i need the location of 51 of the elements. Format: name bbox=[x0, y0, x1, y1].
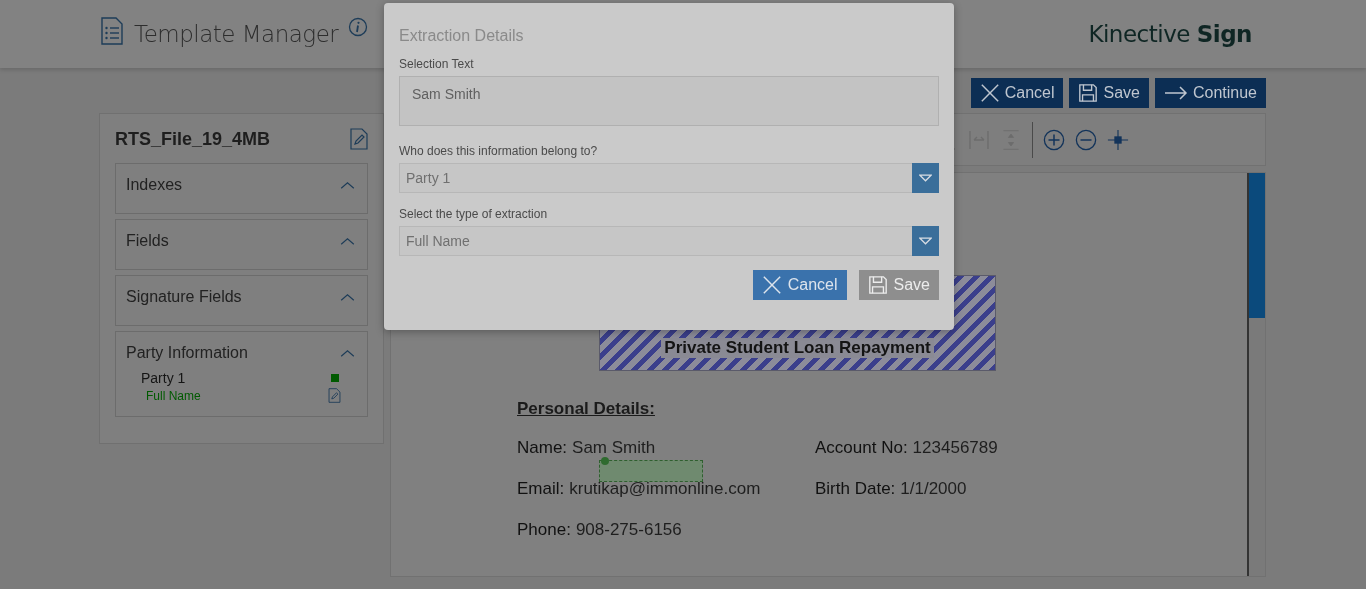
party-field[interactable]: Full Name bbox=[146, 388, 201, 403]
field-value: krutikap@immonline.com bbox=[569, 479, 761, 500]
page-title: Template Manager bbox=[134, 21, 339, 47]
action-button[interactable]: Continue bbox=[1154, 78, 1266, 108]
info-icon[interactable] bbox=[348, 17, 369, 37]
section-heading: Personal Details: bbox=[517, 399, 656, 419]
caret-down-icon bbox=[919, 237, 932, 245]
document-title: Private Student Loan Repayment bbox=[661, 338, 934, 358]
action-button[interactable]: Save bbox=[1069, 78, 1149, 108]
chevron-up-icon[interactable] bbox=[340, 348, 355, 358]
zoom-out-icon[interactable] bbox=[1075, 128, 1097, 151]
file-name: RTS_File_19_4MB bbox=[115, 128, 271, 150]
crosshair-icon[interactable] bbox=[1107, 128, 1129, 151]
selection-text-field[interactable]: Sam Smith bbox=[399, 76, 939, 126]
field-label: Email: bbox=[517, 479, 565, 500]
party-dropdown[interactable]: Party 1 bbox=[399, 163, 939, 193]
field-label: Select the type of extraction bbox=[399, 207, 549, 221]
arrow-right-icon bbox=[1163, 86, 1188, 100]
zoom-in-icon[interactable] bbox=[1043, 128, 1065, 151]
section-title[interactable]: Party Information bbox=[126, 344, 248, 362]
brand-logo: Kinective Sign bbox=[1088, 21, 1252, 47]
field-marker-icon bbox=[600, 456, 610, 466]
field-label: Selection Text bbox=[399, 57, 475, 71]
field-value: 908-275-6156 bbox=[575, 520, 682, 541]
section-title[interactable]: Signature Fields bbox=[126, 288, 242, 306]
field-label: Who does this information belong to? bbox=[399, 144, 599, 158]
action-button[interactable]: Cancel bbox=[970, 78, 1064, 108]
chevron-up-icon[interactable] bbox=[340, 180, 355, 190]
close-icon bbox=[979, 83, 1000, 103]
field-value: 123456789 bbox=[912, 438, 998, 459]
list-document-icon bbox=[100, 17, 124, 45]
extraction-type-dropdown[interactable]: Full Name bbox=[399, 226, 939, 256]
caret-down-icon bbox=[919, 174, 932, 182]
section-title[interactable]: Indexes bbox=[126, 176, 183, 194]
extraction-field-box[interactable] bbox=[599, 460, 703, 482]
dialog-title: Extraction Details bbox=[399, 27, 525, 45]
close-icon bbox=[761, 275, 782, 295]
field-value: 1/1/2000 bbox=[900, 479, 967, 500]
field-label: Name: bbox=[517, 438, 568, 459]
chevron-up-icon[interactable] bbox=[340, 236, 355, 246]
scrollbar[interactable] bbox=[1247, 173, 1265, 576]
dialog-button[interactable]: Cancel bbox=[752, 270, 847, 300]
field-label: Birth Date: bbox=[815, 479, 896, 500]
field-label: Account No: bbox=[815, 438, 908, 459]
edit-document-icon[interactable] bbox=[328, 388, 341, 403]
party-name[interactable]: Party 1 bbox=[141, 370, 186, 386]
edit-document-icon[interactable] bbox=[350, 128, 368, 150]
chevron-up-icon[interactable] bbox=[340, 292, 355, 302]
field-value: Sam Smith bbox=[572, 438, 656, 459]
section-title[interactable]: Fields bbox=[126, 232, 169, 250]
field-label: Phone: bbox=[517, 520, 571, 541]
